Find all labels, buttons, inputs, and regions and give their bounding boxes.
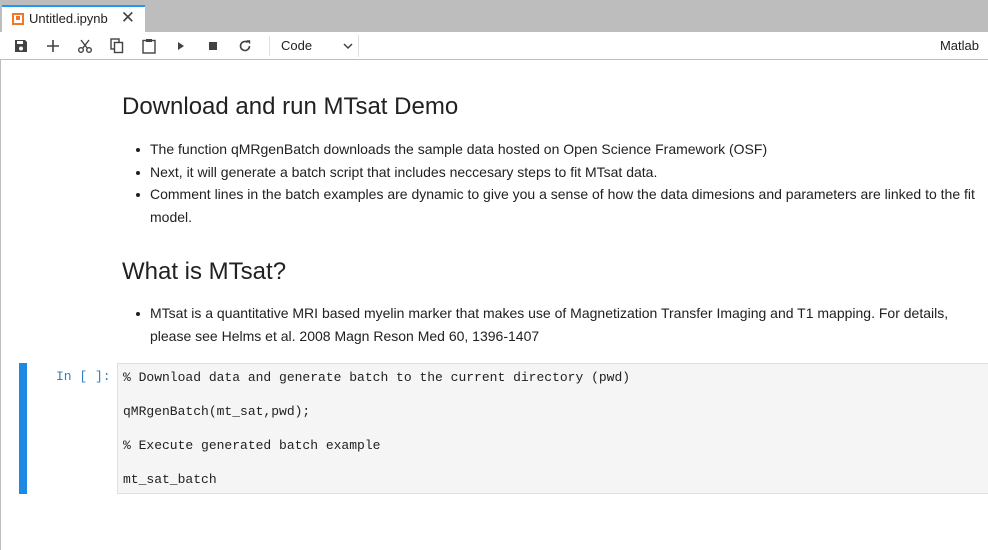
restart-button[interactable]	[235, 36, 255, 56]
list-item: The function qMRgenBatch downloads the s…	[136, 138, 988, 161]
code-editor[interactable]: % Download data and generate batch to th…	[117, 363, 988, 494]
code-line: qMRgenBatch(mt_sat,pwd);	[123, 404, 311, 419]
markdown-heading-what: What is MTsat?	[122, 258, 287, 285]
list-item: MTsat is a quantitative MRI based myelin…	[136, 302, 988, 347]
notebook-icon	[12, 13, 24, 25]
list-item-text: Comment lines in the batch examples are …	[150, 186, 975, 225]
tab-title: Untitled.ipynb	[29, 11, 108, 26]
run-icon	[178, 42, 184, 50]
markdown-list-demo: The function qMRgenBatch downloads the s…	[136, 138, 988, 228]
add-cell-button[interactable]	[43, 36, 63, 56]
markdown-heading-demo: Download and run MTsat Demo	[122, 93, 459, 120]
chevron-down-icon	[343, 43, 353, 50]
add-cell-icon	[47, 40, 59, 52]
stop-icon	[209, 42, 217, 50]
list-item: Next, it will generate a batch script th…	[136, 161, 988, 184]
tab-bar: Untitled.ipynb ✕	[0, 0, 988, 32]
close-icon[interactable]: ✕	[121, 8, 135, 28]
markdown-list-what: MTsat is a quantitative MRI based myelin…	[136, 302, 988, 347]
cut-button[interactable]	[75, 36, 95, 56]
stop-button[interactable]	[203, 36, 223, 56]
save-icon	[15, 40, 27, 52]
save-button[interactable]	[11, 36, 31, 56]
notebook-panel: Download and run MTsat Demo The function…	[0, 60, 988, 550]
copy-icon	[110, 38, 124, 54]
toolbar-separator	[269, 36, 270, 56]
cell-type-value: Code	[281, 38, 313, 53]
list-item: Comment lines in the batch examples are …	[136, 183, 988, 228]
list-item-text: Next, it will generate a batch script th…	[150, 163, 658, 180]
code-line-comment: % Execute generated batch example	[123, 438, 381, 453]
paste-button[interactable]	[139, 36, 159, 56]
run-button[interactable]	[171, 36, 191, 56]
tab-notebook[interactable]: Untitled.ipynb ✕	[2, 5, 145, 32]
active-cell-collapser[interactable]	[19, 363, 27, 494]
input-prompt: In [ ]:	[56, 369, 111, 384]
bullet	[136, 312, 140, 316]
bullet	[136, 193, 140, 197]
restart-icon	[239, 40, 251, 52]
bullet	[136, 170, 140, 175]
code-line-comment: % Download data and generate batch to th…	[123, 370, 631, 385]
code-line: mt_sat_batch	[123, 472, 217, 487]
cell-type-dropdown[interactable]: Code	[275, 35, 359, 57]
list-item-text: MTsat is a quantitative MRI based myelin…	[150, 305, 949, 344]
notebook-toolbar: Code Matlab	[0, 32, 988, 60]
copy-button[interactable]	[107, 36, 127, 56]
list-item-text: The function qMRgenBatch downloads the s…	[150, 141, 768, 157]
cut-icon	[78, 39, 92, 53]
paste-icon	[142, 39, 156, 54]
kernel-name[interactable]: Matlab	[940, 38, 979, 53]
bullet	[136, 148, 140, 152]
